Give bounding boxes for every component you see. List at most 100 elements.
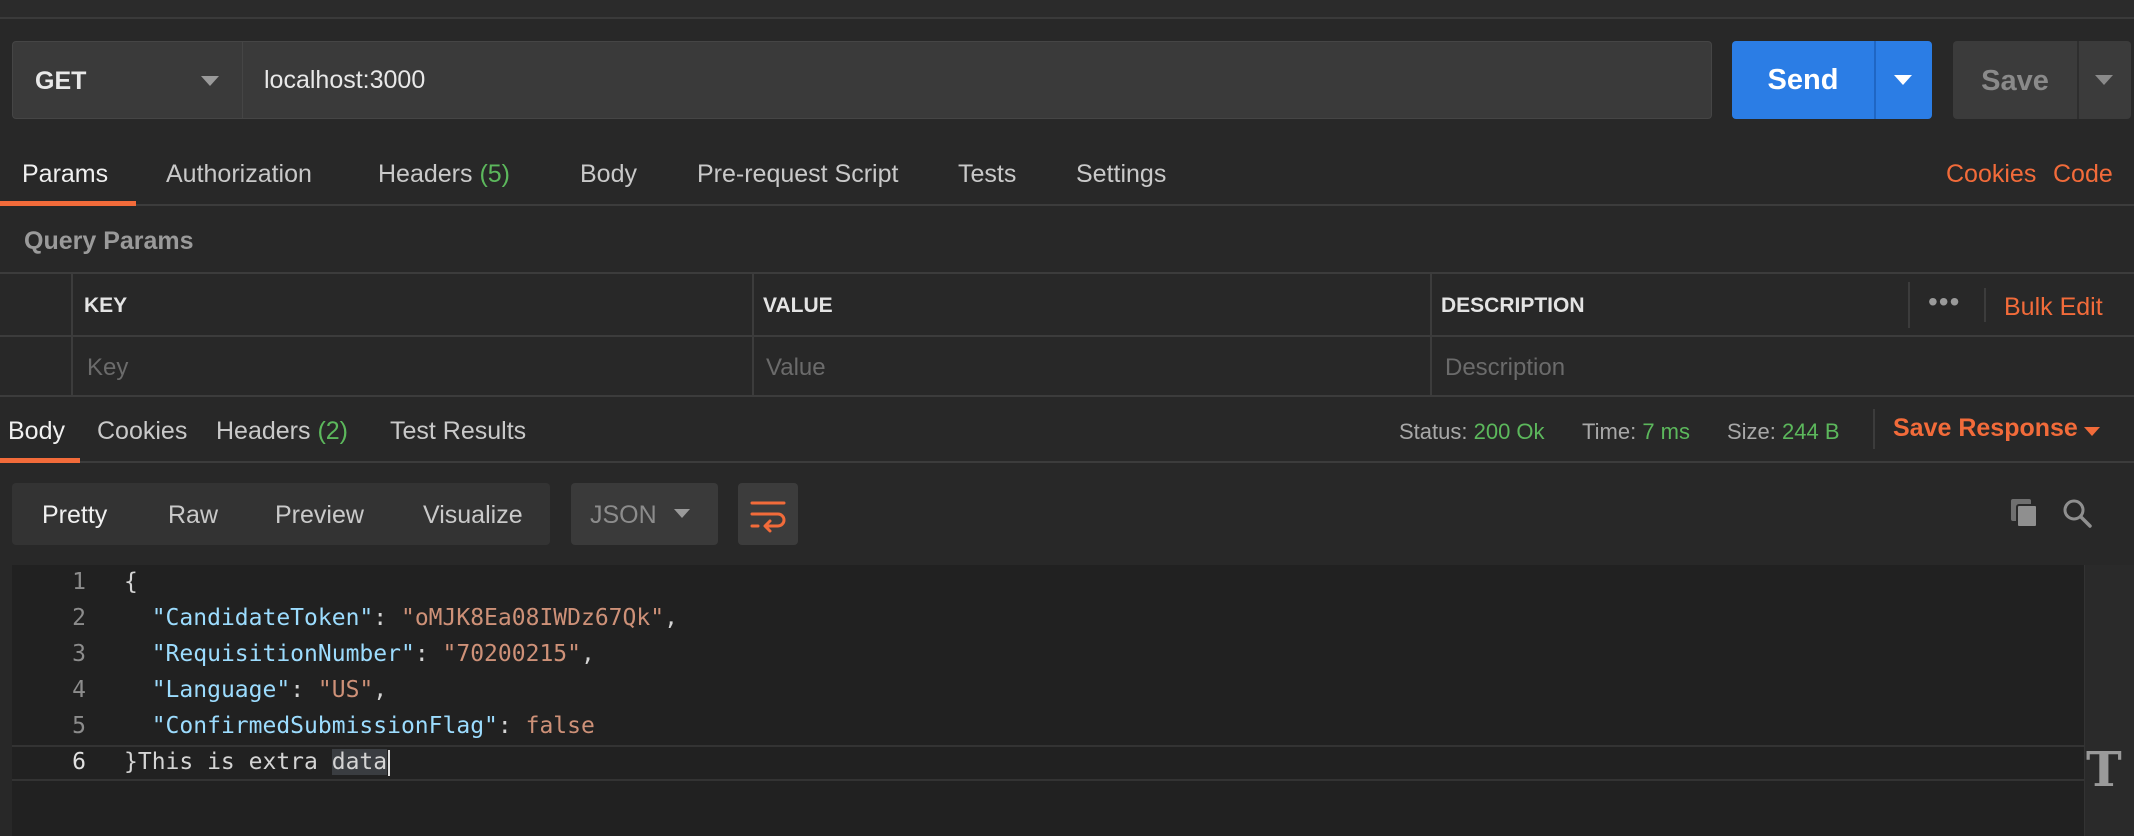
line-number: 5	[72, 713, 86, 739]
key-input[interactable]: Key	[87, 354, 128, 382]
json-value: false	[525, 713, 595, 739]
tab-tests[interactable]: Tests	[958, 160, 1016, 189]
size-info: Size: 244 B	[1727, 419, 1840, 445]
request-tabs: Params Authorization Headers (5) Body Pr…	[0, 140, 2134, 206]
code-text: "RequisitionNumber": "70200215",	[151, 641, 595, 667]
tab-params-underline	[0, 201, 136, 206]
column-divider	[1908, 282, 1910, 328]
resp-tab-headers[interactable]: Headers (2)	[216, 417, 348, 446]
open-brace: {	[124, 569, 138, 595]
save-response-button[interactable]: Save Response	[1893, 414, 2078, 443]
format-select[interactable]: JSON	[571, 483, 718, 545]
text-cursor-icon: T	[2086, 742, 2122, 798]
time-label: Time:	[1582, 419, 1637, 444]
json-trail: ,	[664, 605, 678, 631]
status-value: 200 Ok	[1473, 419, 1545, 444]
json-value: "70200215"	[442, 641, 581, 667]
save-divider	[2077, 41, 2079, 119]
tab-settings[interactable]: Settings	[1076, 160, 1166, 189]
view-visualize-button[interactable]: Visualize	[423, 501, 523, 530]
header-value: VALUE	[763, 294, 833, 317]
status-info: Status: 200 Ok	[1399, 419, 1545, 445]
chevron-down-icon	[674, 509, 690, 518]
cookies-link[interactable]: Cookies	[1946, 160, 2036, 189]
bulk-edit-link[interactable]: Bulk Edit	[2004, 293, 2103, 322]
resp-tab-body[interactable]: Body	[8, 417, 65, 446]
json-key: "ConfirmedSubmissionFlag"	[151, 713, 498, 739]
url-text: localhost:3000	[264, 66, 426, 94]
status-label: Status:	[1399, 419, 1468, 444]
tab-headers[interactable]: Headers (5)	[378, 160, 510, 189]
tab-prerequest-script[interactable]: Pre-request Script	[697, 160, 898, 189]
resp-tab-headers-count: (2)	[317, 417, 349, 445]
json-trail: ,	[373, 677, 388, 703]
save-label: Save	[1981, 65, 2049, 97]
view-mode-group: Pretty Raw Preview Visualize	[12, 483, 550, 545]
description-input[interactable]: Description	[1445, 354, 1565, 382]
line-number: 4	[72, 677, 86, 703]
line-number: 3	[72, 641, 86, 667]
format-label: JSON	[590, 501, 657, 529]
header-key: KEY	[84, 294, 128, 317]
more-options-icon[interactable]: •••	[1928, 286, 1960, 318]
tab-headers-label: Headers	[378, 160, 473, 188]
status-divider	[1873, 409, 1875, 449]
query-params-table: KEY VALUE DESCRIPTION ••• Bulk Edit Key …	[0, 272, 2134, 397]
code-link[interactable]: Code	[2053, 160, 2113, 189]
line-number: 2	[72, 605, 86, 631]
json-key: "Language"	[151, 677, 291, 703]
resp-tab-cookies[interactable]: Cookies	[97, 417, 187, 446]
top-strip	[0, 0, 2134, 19]
text-cursor	[388, 749, 391, 776]
size-label: Size:	[1727, 419, 1776, 444]
code-text: }This is extra data	[124, 749, 391, 776]
copy-icon[interactable]	[2006, 495, 2042, 531]
search-icon[interactable]	[2059, 495, 2095, 531]
send-divider	[1874, 41, 1876, 119]
send-label: Send	[1767, 64, 1839, 96]
view-raw-button[interactable]: Raw	[168, 501, 218, 530]
save-options-icon[interactable]	[2095, 75, 2113, 85]
line-number: 6	[72, 749, 86, 775]
time-value: 7 ms	[1642, 419, 1690, 444]
method-label: GET	[35, 67, 87, 95]
code-text: "Language": "US",	[151, 677, 388, 703]
extra-text: }This is extra	[124, 749, 332, 775]
tab-authorization[interactable]: Authorization	[166, 160, 312, 189]
tab-body[interactable]: Body	[580, 160, 637, 189]
code-line: 3 "RequisitionNumber": "70200215",	[12, 637, 2084, 673]
header-description: DESCRIPTION	[1441, 294, 1585, 317]
save-response-label: Save Response	[1893, 414, 2078, 442]
save-response-chevron-icon[interactable]	[2084, 427, 2100, 436]
value-input[interactable]: Value	[766, 354, 826, 382]
selected-text: data	[331, 749, 388, 775]
column-divider	[1984, 288, 1986, 322]
code-line: 5 "ConfirmedSubmissionFlag": false	[12, 709, 2084, 745]
current-code-line: 6 }This is extra data	[12, 745, 2084, 781]
send-options-icon[interactable]	[1894, 75, 1912, 85]
wrap-lines-button[interactable]	[738, 483, 798, 545]
resp-tab-body-underline	[0, 458, 80, 463]
resp-tab-test-results[interactable]: Test Results	[390, 417, 526, 446]
send-button[interactable]: Send	[1732, 41, 1932, 119]
json-value: "oMJK8Ea08IWDz67Qk"	[400, 605, 665, 631]
tab-headers-count: (5)	[479, 160, 511, 188]
save-button[interactable]: Save	[1953, 41, 2131, 119]
json-key: "CandidateToken"	[151, 605, 374, 631]
code-text: "ConfirmedSubmissionFlag": false	[151, 713, 595, 739]
code-line: 4 "Language": "US",	[12, 673, 2084, 709]
time-info: Time: 7 ms	[1582, 419, 1690, 445]
resp-tab-headers-label: Headers	[216, 417, 311, 445]
url-input[interactable]: localhost:3000	[243, 41, 1712, 119]
view-preview-button[interactable]: Preview	[275, 501, 364, 530]
code-line: 1 {	[12, 565, 2084, 601]
tab-params[interactable]: Params	[22, 160, 108, 189]
size-value: 244 B	[1782, 419, 1840, 444]
response-body-editor[interactable]: 1 { 2 "CandidateToken": "oMJK8Ea08IWDz67…	[12, 565, 2084, 836]
json-trail: ,	[581, 641, 595, 667]
code-text: {	[124, 569, 138, 595]
view-pretty-button[interactable]: Pretty	[42, 501, 107, 530]
row-divider	[0, 335, 2134, 337]
wrap-icon	[750, 501, 786, 533]
method-select[interactable]: GET	[12, 41, 243, 119]
